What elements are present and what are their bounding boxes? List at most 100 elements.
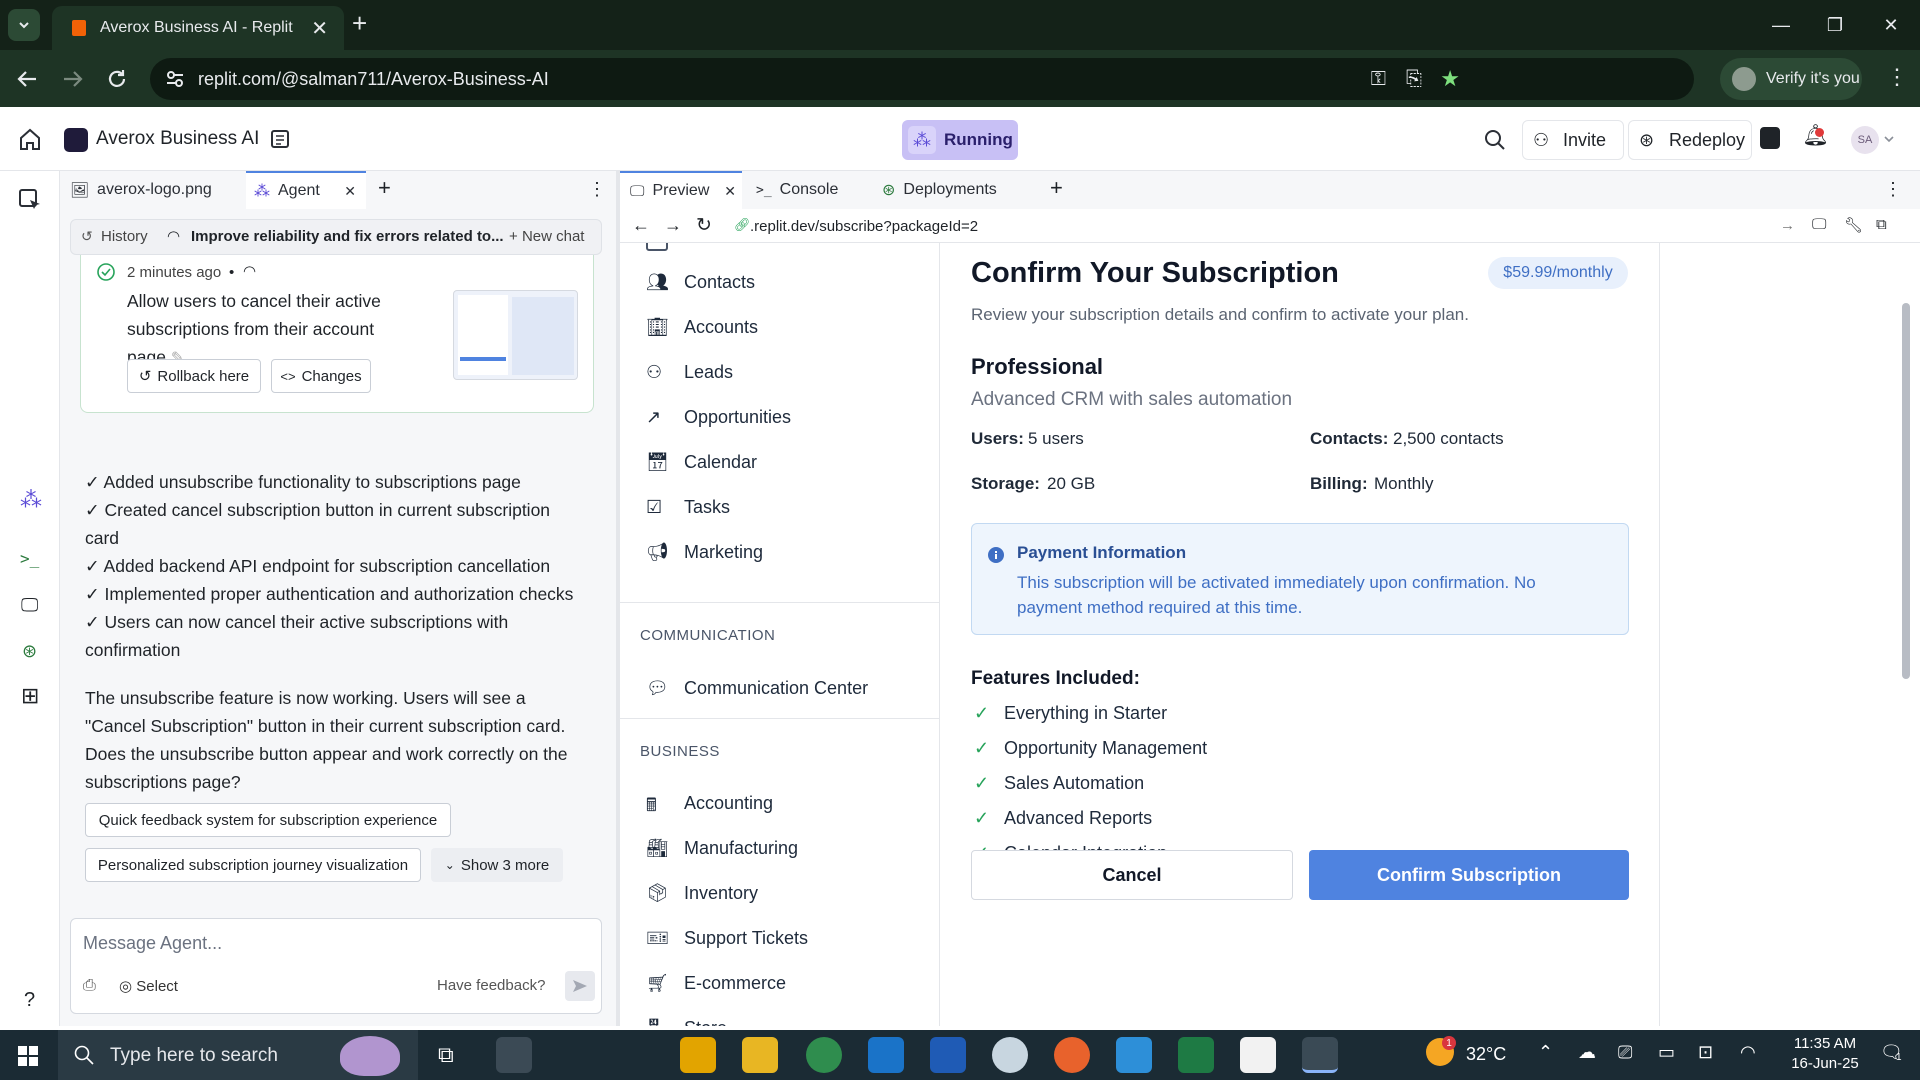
project-info-icon[interactable] [270,129,290,149]
chevron-down-icon[interactable] [1884,135,1894,143]
tray-app2-icon[interactable]: ⊡ [1698,1042,1713,1063]
message-input[interactable]: Message Agent... [83,933,583,954]
store-app-icon[interactable] [680,1037,716,1073]
changes-button[interactable]: <> Changes [271,359,371,393]
history-icon[interactable]: ↺ [81,228,93,245]
nav-leads[interactable]: ⚇ Leads [620,352,940,392]
task-view-icon[interactable]: ⧉ [438,1042,454,1068]
attach-paperclip-icon[interactable]: ⎙ [83,977,96,995]
confirm-subscription-button[interactable]: Confirm Subscription [1309,850,1629,900]
preview-monitor-icon[interactable]: 🖵︎ [21,595,38,616]
redeploy-button[interactable]: ⊛ Redeploy [1628,120,1752,160]
checkpoint-screenshot-thumbnail[interactable] [453,290,578,380]
nav-inventory[interactable]: 📦︎ Inventory [620,873,940,913]
tab-console[interactable]: >_ Console [756,171,886,209]
nav-accounts[interactable]: 🏢︎ Accounts [620,307,940,347]
install-app-icon[interactable]: ⎘ [1406,68,1422,91]
tab-deployments[interactable]: ⊛ Deployments [882,171,1042,209]
outlook-icon[interactable] [868,1037,904,1073]
go-arrow-icon[interactable]: → [1780,217,1795,234]
preview-reload-icon[interactable]: ↻ [696,214,712,237]
all-tools-grid-icon[interactable]: ⊞ [21,683,39,709]
nav-accounting[interactable]: 🖩︎ Accounting [620,783,940,823]
minimize-button[interactable]: — [1752,0,1810,50]
bookmark-star-icon[interactable]: ★ [1440,66,1460,92]
nav-opportunities[interactable]: ↗ Opportunities [620,397,940,437]
run-status-button[interactable]: ⁂ Running [902,120,1018,160]
show-more-button[interactable]: ⌄ Show 3 more [431,848,563,882]
panel-menu-icon[interactable]: ⋮ [588,179,606,200]
close-window-button[interactable]: ✕ [1862,0,1920,50]
preview-forward-icon[interactable]: → [664,215,682,236]
explorer-icon[interactable] [18,188,42,212]
close-tab-icon[interactable]: ✕ [311,16,328,41]
new-tab-plus-icon[interactable]: + [378,175,391,201]
nav-contacts[interactable]: 👥︎ Contacts [620,262,940,302]
nav-store[interactable]: 🏪︎ Store [620,1008,940,1027]
password-key-icon[interactable]: ⚿ [1371,68,1386,91]
close-tab-icon[interactable]: ✕ [344,183,356,200]
home-icon[interactable] [18,128,42,150]
search-icon[interactable] [1484,129,1506,151]
taskbar-search-box[interactable]: Type here to search [58,1030,418,1080]
select-element-button[interactable]: ◎ Select [119,977,178,995]
close-tab-icon[interactable]: ✕ [724,183,736,200]
vscode-icon[interactable] [1116,1037,1152,1073]
forward-arrow-icon[interactable] [62,69,84,89]
nav-communication-center[interactable]: 💬︎ Communication Center [620,668,940,708]
browser-menu-icon[interactable]: ⋮ [1886,64,1908,90]
device-preview-icon[interactable]: 🖵︎ [1812,216,1826,233]
chat-title[interactable]: Improve reliability and fix errors relat… [191,228,504,245]
address-bar[interactable]: replit.com/@salman711/Averox-Business-AI… [150,58,1694,100]
new-chat-button[interactable]: + New chat [509,228,584,245]
clock[interactable]: 11:35 AM 16-Jun-25 [1780,1034,1870,1074]
reload-icon[interactable] [106,68,128,90]
open-new-tab-icon[interactable]: ⧉ [1876,216,1887,233]
capture-tools-icon[interactable] [496,1037,532,1073]
help-icon[interactable]: ? [24,989,35,1012]
layers-icon[interactable] [1760,127,1780,149]
notifications-bell-icon[interactable]: 🔔︎ [1802,124,1829,148]
send-button[interactable] [565,971,595,1001]
browser-tab-active[interactable]: Averox Business AI - Replit ✕ [52,6,344,50]
tab-averox-logo[interactable]: 🖼︎ averox-logo.png [70,171,250,209]
deployments-icon[interactable]: ⊛ [22,641,37,662]
nav-support-tickets[interactable]: 🎫︎ Support Tickets [620,918,940,958]
suggestion-chip[interactable]: Personalized subscription journey visual… [85,848,421,882]
battery-icon[interactable]: ▭ [1658,1042,1675,1063]
new-tab-plus-icon[interactable]: + [1050,175,1063,201]
new-tab-button[interactable]: + [352,8,367,39]
firefox-icon[interactable] [1054,1037,1090,1073]
rollback-button[interactable]: ↺ Rollback here [127,359,261,393]
tray-app-icon[interactable]: ⎚ [1618,1042,1632,1063]
capcut-icon[interactable] [1240,1037,1276,1073]
show-hidden-icons-icon[interactable]: ⌃ [1538,1042,1553,1063]
restore-button[interactable]: ❐ [1806,0,1864,50]
invite-button[interactable]: ⚇ Invite [1522,120,1624,160]
feedback-link[interactable]: Have feedback? [437,977,545,994]
tab-agent[interactable]: ⁂ Agent ✕ [246,171,366,209]
nav-calendar[interactable]: 📅︎ Calendar [620,442,940,482]
nav-ecommerce[interactable]: 🛒︎ E-commerce [620,963,940,1003]
preview-back-icon[interactable]: ← [632,215,650,236]
word-icon[interactable] [930,1037,966,1073]
weather-temperature[interactable]: 32°C [1466,1044,1506,1065]
excel-icon[interactable] [1178,1037,1214,1073]
site-info-icon[interactable] [166,70,184,88]
cancel-button[interactable]: Cancel [971,850,1293,900]
back-arrow-icon[interactable] [16,69,38,89]
weather-app-icon[interactable] [992,1037,1028,1073]
suggestion-chip[interactable]: Quick feedback system for subscription e… [85,803,451,837]
nav-manufacturing[interactable]: 🏭︎ Manufacturing [620,828,940,868]
project-name[interactable]: Averox Business AI [96,128,259,150]
chrome-icon[interactable] [806,1037,842,1073]
file-explorer-icon[interactable] [742,1037,778,1073]
verify-profile-button[interactable]: Verify it's you [1720,58,1862,100]
nav-marketing[interactable]: 📢︎ Marketing [620,532,940,572]
agent-tool-icon[interactable]: ⁂ [20,487,42,513]
history-button[interactable]: History [101,228,148,245]
wifi-icon[interactable]: ◠ [1740,1042,1756,1063]
shell-icon[interactable]: >_ [20,549,39,568]
preview-url[interactable]: .replit.dev/subscribe?packageId=2 [750,218,978,235]
nav-tasks[interactable]: ☑ Tasks [620,487,940,527]
